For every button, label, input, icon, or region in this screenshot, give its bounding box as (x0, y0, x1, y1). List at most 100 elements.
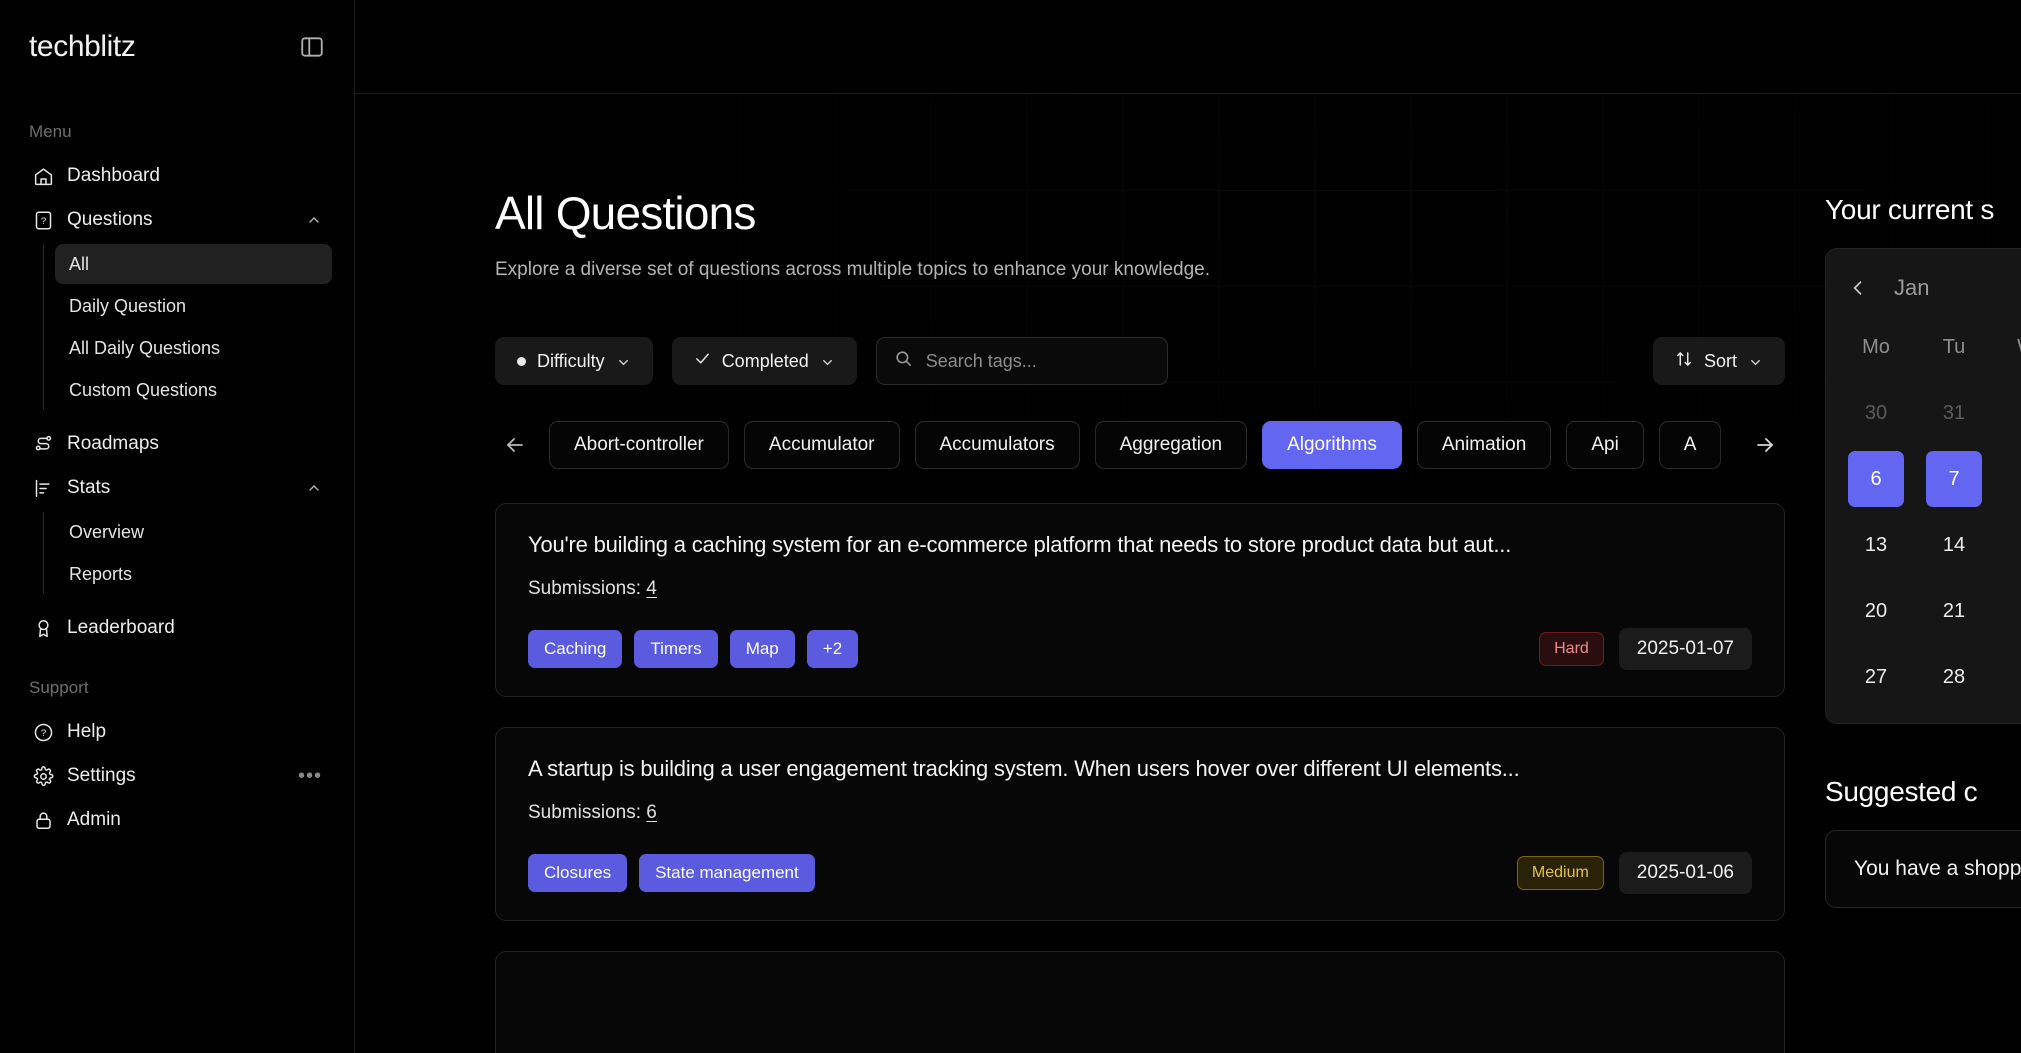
sidebar-item-overview[interactable]: Overview (55, 512, 332, 552)
sidebar-item-stats[interactable]: Stats (22, 466, 332, 510)
calendar-day[interactable]: 15 (2004, 517, 2021, 573)
page-content: All Questions Explore a diverse set of q… (355, 94, 2021, 1053)
calendar-day[interactable]: 22 (2004, 583, 2021, 639)
sidebar: techblitz Menu Dashboard ? Questions All… (0, 0, 355, 1053)
difficulty-badge: Hard (1539, 632, 1604, 666)
streak-calendar: Jan Mo Tu We Th Fr Sa Su 30 (1825, 248, 2021, 724)
check-icon (694, 350, 711, 372)
tag-chip[interactable]: Accumulator (743, 421, 900, 469)
award-icon (32, 617, 54, 639)
tag-search-box[interactable] (875, 337, 1168, 385)
questions-column: All Questions Explore a diverse set of q… (355, 94, 1825, 1053)
page-title: All Questions (495, 187, 756, 239)
sidebar-item-settings[interactable]: Settings ••• (22, 754, 332, 798)
sort-button-label: Sort (1703, 350, 1737, 371)
tag-chip[interactable]: Aggregation (1094, 421, 1248, 469)
calendar-day[interactable]: 31 (1926, 385, 1982, 441)
sidebar-item-admin[interactable]: Admin (22, 798, 332, 842)
sidebar-item-dashboard[interactable]: Dashboard (22, 154, 332, 198)
calendar-day[interactable]: 8 (2004, 451, 2021, 507)
sidebar-subitem-label: Overview (69, 521, 145, 542)
calendar-day[interactable]: 27 (1848, 649, 1904, 705)
search-input[interactable] (925, 350, 1158, 372)
brand-logo[interactable]: techblitz (29, 30, 136, 64)
completed-filter-button[interactable]: Completed (671, 337, 857, 385)
completed-filter-label: Completed (721, 350, 809, 371)
sidebar-item-roadmaps[interactable]: Roadmaps (22, 422, 332, 466)
tag-prev-button[interactable] (495, 425, 535, 465)
sidebar-subnav-questions: All Daily Question All Daily Questions C… (43, 244, 332, 410)
calendar-week: 27 28 29 30 31 1 2 (1848, 649, 2021, 705)
tag-chip[interactable]: Api (1566, 421, 1644, 469)
sidebar-subitem-label: Custom Questions (69, 379, 218, 400)
sidebar-item-all[interactable]: All (55, 244, 332, 284)
tag-chip[interactable]: Abort-controller (549, 421, 729, 469)
sort-button[interactable]: Sort (1652, 337, 1785, 385)
tag-chip[interactable]: Animation (1416, 421, 1552, 469)
tag-chip[interactable]: Accumulators (914, 421, 1080, 469)
submissions-label: Submissions: (528, 802, 641, 823)
chevron-up-icon[interactable] (306, 212, 322, 228)
calendar-dow-row: Mo Tu We Th Fr Sa Su (1848, 319, 2021, 375)
chevron-up-icon[interactable] (306, 480, 322, 496)
sidebar-item-help[interactable]: ? Help (22, 710, 332, 754)
calendar-week: 6 7 8 9 10 11 12 (1848, 451, 2021, 507)
submissions-label: Submissions: (528, 578, 641, 599)
suggested-card[interactable]: You have a shopp (1825, 830, 2021, 908)
chevron-left-icon[interactable] (1848, 278, 1868, 298)
sidebar-item-reports[interactable]: Reports (55, 554, 332, 594)
question-footer: Caching Timers Map +2 Hard 2025-01-07 (528, 628, 1752, 670)
sidebar-item-label: Admin (67, 809, 121, 830)
tag-chip-selected[interactable]: Algorithms (1262, 421, 1402, 469)
chevron-down-icon (616, 354, 631, 369)
sidebar-item-questions[interactable]: ? Questions (22, 198, 332, 242)
calendar-week: 13 14 15 16 17 18 19 (1848, 517, 2021, 573)
calendar-day[interactable]: 30 (1848, 385, 1904, 441)
question-tag[interactable]: State management (639, 854, 815, 892)
more-options-icon[interactable]: ••• (298, 765, 322, 788)
tag-chip[interactable]: A (1658, 421, 1722, 469)
sidebar-item-label: Stats (67, 477, 111, 498)
calendar-day[interactable]: 21 (1926, 583, 1982, 639)
sidebar-item-all-daily-questions[interactable]: All Daily Questions (55, 328, 332, 368)
question-footer: Closures State management Medium 2025-01… (528, 852, 1752, 894)
calendar-day[interactable]: 14 (1926, 517, 1982, 573)
page-subtitle: Explore a diverse set of questions acros… (495, 259, 1211, 280)
sidebar-item-label: Questions (67, 209, 153, 230)
calendar-day-selected[interactable]: 7 (1926, 451, 1982, 507)
panel-collapse-icon[interactable] (299, 34, 325, 60)
calendar-day[interactable]: 28 (1926, 649, 1982, 705)
question-tags: Caching Timers Map +2 (528, 630, 859, 668)
question-card[interactable]: You're building a caching system for an … (495, 503, 1785, 697)
question-card[interactable] (495, 951, 1785, 1053)
calendar-header: Jan (1848, 267, 2021, 309)
question-tag[interactable]: Caching (528, 630, 623, 668)
question-card[interactable]: A startup is building a user engagement … (495, 727, 1785, 921)
calendar-day[interactable]: 29 (2004, 649, 2021, 705)
sidebar-subitem-label: All Daily Questions (69, 337, 221, 358)
question-tag-overflow[interactable]: +2 (806, 630, 859, 668)
content-columns: All Questions Explore a diverse set of q… (355, 94, 2021, 1053)
sidebar-item-daily-question[interactable]: Daily Question (55, 286, 332, 326)
calendar-day[interactable]: 13 (1848, 517, 1904, 573)
question-date: 2025-01-07 (1618, 628, 1752, 670)
question-title: A startup is building a user engagement … (528, 756, 1520, 781)
question-tag[interactable]: Timers (634, 630, 718, 668)
gear-icon (32, 765, 54, 787)
home-icon (32, 165, 54, 187)
calendar-day[interactable]: 20 (1848, 583, 1904, 639)
difficulty-filter-label: Difficulty (537, 350, 605, 371)
calendar-dow: We (2004, 319, 2021, 375)
question-tag[interactable]: Closures (528, 854, 628, 892)
dot-icon (517, 356, 526, 366)
question-tag[interactable]: Map (729, 630, 795, 668)
sort-arrows-icon (1675, 350, 1693, 373)
tag-next-button[interactable] (1745, 425, 1785, 465)
calendar-day-selected[interactable]: 6 (1848, 451, 1904, 507)
sidebar-item-custom-questions[interactable]: Custom Questions (55, 370, 332, 410)
sidebar-item-leaderboard[interactable]: Leaderboard (22, 606, 332, 650)
top-bar (355, 0, 2021, 94)
calendar-day[interactable]: 1 (2004, 385, 2021, 441)
difficulty-filter-button[interactable]: Difficulty (495, 337, 653, 385)
